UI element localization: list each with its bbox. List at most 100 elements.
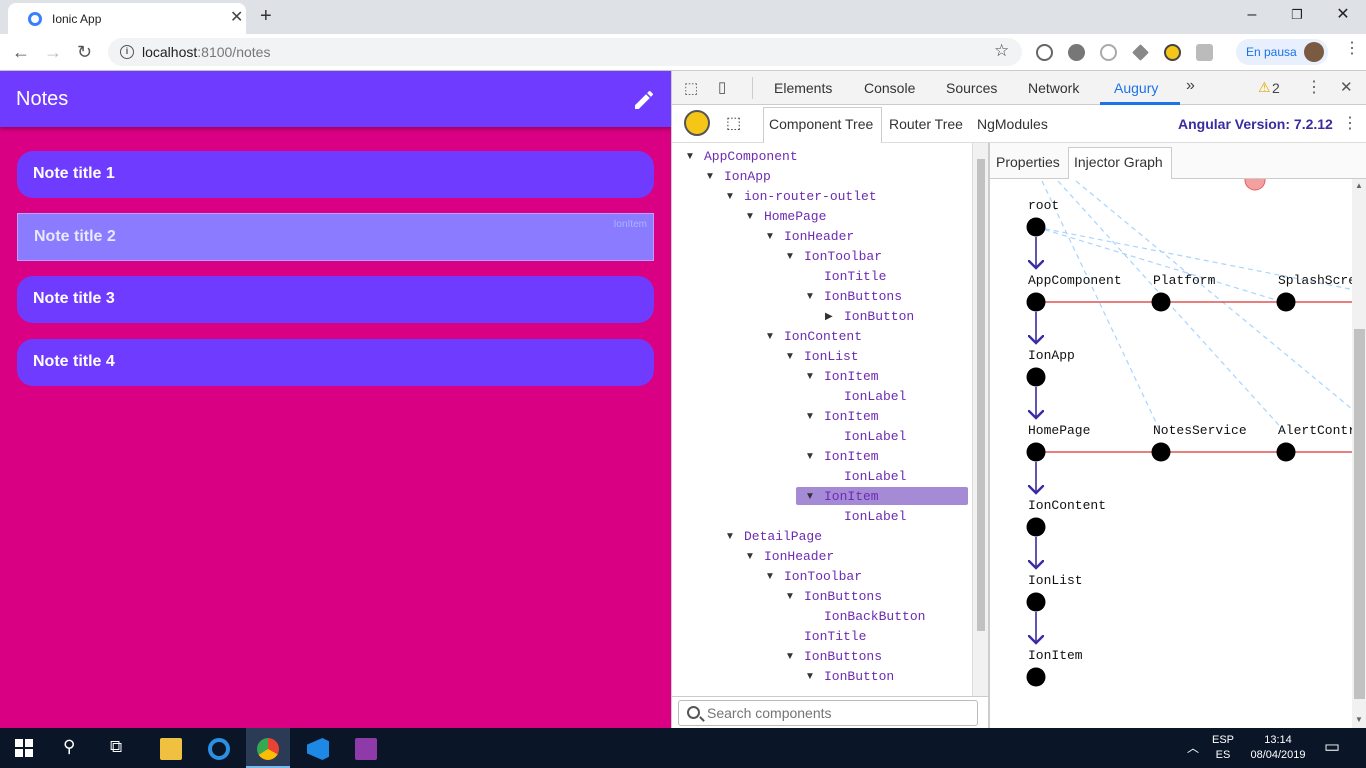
collapse-triangle-icon[interactable]: ▼ <box>785 591 795 602</box>
devtools-menu-icon[interactable]: ⋮ <box>1306 77 1322 97</box>
graph-node[interactable] <box>1026 442 1046 462</box>
collapse-triangle-icon[interactable]: ▼ <box>745 551 755 562</box>
device-toolbar-icon[interactable]: ▯ <box>718 78 726 96</box>
tab-ngmodules[interactable]: NgModules <box>977 116 1048 132</box>
extension-icon[interactable] <box>1036 44 1053 61</box>
more-tabs-icon[interactable]: » <box>1186 77 1195 95</box>
graph-node[interactable] <box>1026 517 1046 537</box>
tree-node[interactable]: IonToolbar <box>804 249 882 264</box>
tree-node[interactable]: IonItem <box>824 489 879 504</box>
collapse-triangle-icon[interactable]: ▼ <box>805 451 815 462</box>
bookmark-star-icon[interactable]: ☆ <box>994 41 1009 61</box>
tree-node[interactable]: IonTitle <box>824 269 886 284</box>
tree-node[interactable]: IonLabel <box>844 509 906 524</box>
tree-node[interactable]: IonList <box>804 349 859 364</box>
tree-node[interactable]: IonButtons <box>804 589 882 604</box>
collapse-triangle-icon[interactable]: ▼ <box>745 211 755 222</box>
collapse-triangle-icon[interactable]: ▼ <box>685 151 695 162</box>
collapse-triangle-icon[interactable]: ▼ <box>805 291 815 302</box>
collapse-triangle-icon[interactable]: ▼ <box>785 351 795 362</box>
graph-node[interactable] <box>1276 442 1296 462</box>
close-devtools-icon[interactable]: ✕ <box>1340 78 1353 96</box>
close-tab-icon[interactable]: ✕ <box>230 9 243 27</box>
reload-icon[interactable]: ↻ <box>77 42 92 62</box>
collapse-triangle-icon[interactable]: ▼ <box>705 171 715 182</box>
tab-component-tree[interactable]: Component Tree <box>769 116 873 132</box>
extension-icon[interactable] <box>1132 44 1149 61</box>
angular-extension-icon[interactable] <box>1196 44 1213 61</box>
collapse-triangle-icon[interactable]: ▼ <box>805 671 815 682</box>
url-text[interactable]: localhost:8100/notes <box>142 44 270 60</box>
tree-scrollbar[interactable] <box>972 143 988 696</box>
graph-node[interactable] <box>1151 442 1171 462</box>
omnibox[interactable]: i localhost:8100/notes ☆ <box>108 38 1022 66</box>
note-item[interactable]: Note title 3 <box>17 276 654 323</box>
browser-tab[interactable]: Ionic App ✕ <box>8 3 246 34</box>
tree-node[interactable]: IonButtons <box>804 649 882 664</box>
clock[interactable]: 13:14 08/04/2019 <box>1248 733 1308 763</box>
augury-extension-icon[interactable] <box>1164 44 1181 61</box>
collapse-triangle-icon[interactable]: ▼ <box>805 371 815 382</box>
scroll-up-icon[interactable]: ▲ <box>1355 181 1363 190</box>
tree-node[interactable]: IonContent <box>784 329 862 344</box>
vscode-icon[interactable] <box>307 738 329 760</box>
onenote-icon[interactable] <box>355 738 377 760</box>
tree-node[interactable]: AppComponent <box>704 149 798 164</box>
tree-node[interactable]: IonItem <box>824 449 879 464</box>
windows-start-icon[interactable] <box>15 739 33 757</box>
site-info-icon[interactable]: i <box>120 45 134 59</box>
collapse-triangle-icon[interactable]: ▼ <box>725 191 735 202</box>
tree-node[interactable]: IonButtons <box>824 289 902 304</box>
expand-triangle-icon[interactable]: ▶ <box>825 311 833 322</box>
collapse-triangle-icon[interactable]: ▼ <box>785 651 795 662</box>
tree-node[interactable]: HomePage <box>764 209 826 224</box>
tab-sources[interactable]: Sources <box>946 80 997 96</box>
graph-node[interactable] <box>1026 217 1046 237</box>
tree-node[interactable]: IonItem <box>824 409 879 424</box>
note-item[interactable]: Note title 1 <box>17 151 654 198</box>
back-icon[interactable]: ← <box>12 42 30 62</box>
augury-moon-icon[interactable] <box>684 110 710 136</box>
notifications-icon[interactable]: ▭ <box>1324 737 1340 757</box>
tree-node[interactable]: IonApp <box>724 169 771 184</box>
tree-node[interactable]: IonLabel <box>844 389 906 404</box>
note-item[interactable]: Note title 4 <box>17 339 654 386</box>
graph-node[interactable] <box>1026 592 1046 612</box>
tab-properties[interactable]: Properties <box>996 154 1060 170</box>
restore-icon[interactable]: ❐ <box>1282 4 1312 26</box>
graph-node[interactable] <box>1026 667 1046 687</box>
tree-node[interactable]: IonBackButton <box>824 609 925 624</box>
note-item-highlighted[interactable]: Note title 2 IonItem <box>17 213 654 261</box>
graph-node[interactable] <box>1276 292 1296 312</box>
tree-node[interactable]: DetailPage <box>744 529 822 544</box>
collapse-triangle-icon[interactable]: ▼ <box>765 331 775 342</box>
language-indicator[interactable]: ESP ES <box>1212 733 1234 763</box>
tray-expand-icon[interactable]: ︿ <box>1187 739 1199 756</box>
collapse-triangle-icon[interactable]: ▼ <box>765 231 775 242</box>
extension-icon[interactable] <box>1068 44 1085 61</box>
edge-icon[interactable] <box>208 738 230 760</box>
profile-button[interactable]: En pausa <box>1236 39 1328 65</box>
collapse-triangle-icon[interactable]: ▼ <box>765 571 775 582</box>
tab-injector-graph[interactable]: Injector Graph <box>1074 154 1163 170</box>
tree-node[interactable]: IonToolbar <box>784 569 862 584</box>
tree-node[interactable]: ion-router-outlet <box>744 189 877 204</box>
select-component-icon[interactable]: ⬚ <box>726 113 741 133</box>
tab-console[interactable]: Console <box>864 80 915 96</box>
minimize-icon[interactable]: – <box>1237 4 1267 26</box>
search-icon[interactable]: ⚲ <box>63 737 75 757</box>
tree-node[interactable]: IonLabel <box>844 429 906 444</box>
graph-node[interactable] <box>1151 292 1171 312</box>
tree-node[interactable]: IonButton <box>844 309 914 324</box>
inspect-element-icon[interactable]: ⬚ <box>684 79 698 97</box>
chrome-menu-icon[interactable]: ⋮ <box>1344 41 1360 57</box>
tab-elements[interactable]: Elements <box>774 80 832 96</box>
forward-icon[interactable]: → <box>44 42 62 62</box>
tree-node[interactable]: IonHeader <box>784 229 854 244</box>
search-input[interactable] <box>678 700 978 726</box>
graph-node[interactable] <box>1026 292 1046 312</box>
scrollbar-thumb[interactable] <box>977 159 985 631</box>
tree-node[interactable]: IonItem <box>824 369 879 384</box>
collapse-triangle-icon[interactable]: ▼ <box>805 491 815 502</box>
close-window-icon[interactable]: ✕ <box>1328 4 1358 26</box>
